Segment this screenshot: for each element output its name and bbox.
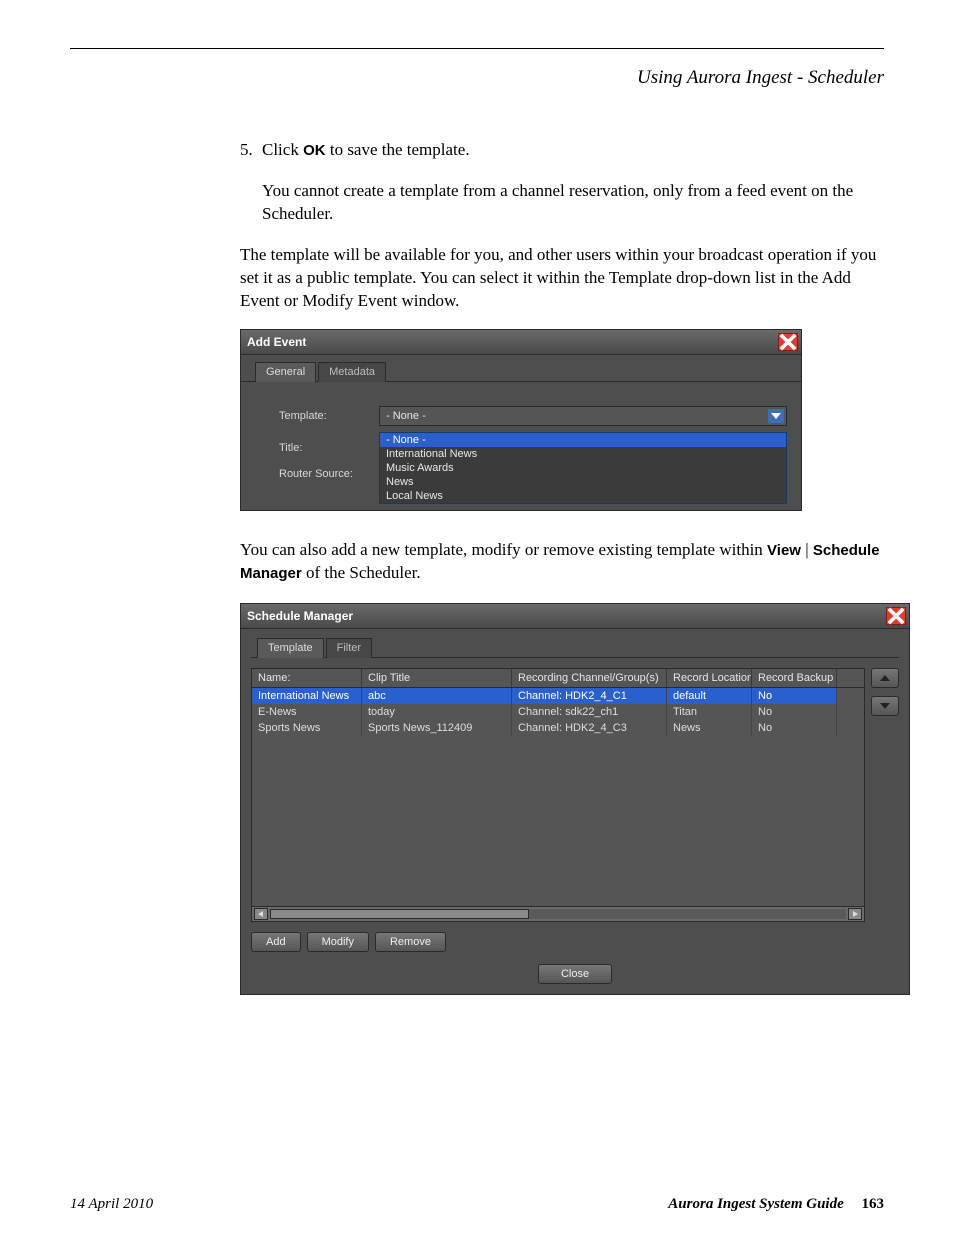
scroll-thumb[interactable]: [270, 909, 529, 919]
para2-pre: You can also add a new template, modify …: [240, 540, 767, 559]
dropdown-option-local[interactable]: Local News: [380, 489, 786, 503]
footer-page-number: 163: [862, 1196, 885, 1212]
step-note: You cannot create a template from a chan…: [262, 180, 884, 226]
table-row[interactable]: Sports News Sports News_112409 Channel: …: [252, 720, 864, 736]
template-combo-value: - None -: [386, 410, 426, 422]
template-label: Template:: [279, 410, 379, 422]
dropdown-option-none[interactable]: - None -: [380, 433, 786, 447]
close-button[interactable]: Close: [538, 964, 612, 984]
template-dropdown-list[interactable]: - None - International News Music Awards…: [379, 432, 787, 504]
cell-bk: No: [752, 704, 837, 720]
horizontal-scrollbar[interactable]: [252, 906, 864, 921]
dropdown-option-intl[interactable]: International News: [380, 447, 786, 461]
cell-name: E-News: [252, 704, 362, 720]
cell-name: International News: [252, 688, 362, 704]
cell-chan: Channel: HDK2_4_C1: [512, 688, 667, 704]
scroll-right-icon[interactable]: [848, 908, 862, 920]
cell-bk: No: [752, 720, 837, 736]
step-5: 5. Click OK to save the template.: [240, 139, 884, 162]
cell-loc: Titan: [667, 704, 752, 720]
cell-clip: abc: [362, 688, 512, 704]
template-grid[interactable]: Name: Clip Title Recording Channel/Group…: [251, 668, 865, 922]
sm-title: Schedule Manager: [247, 609, 353, 623]
add-event-dialog: Add Event General Metadata Template: - N…: [240, 329, 802, 511]
cell-bk: No: [752, 688, 837, 704]
sm-titlebar: Schedule Manager: [241, 604, 909, 629]
para2-view: View: [767, 542, 801, 559]
grid-empty-area: [252, 736, 864, 906]
tab-filter[interactable]: Filter: [326, 638, 372, 658]
tab-strip: General Metadata: [241, 355, 801, 382]
cell-name: Sports News: [252, 720, 362, 736]
close-icon[interactable]: [886, 607, 906, 625]
col-rec-location[interactable]: Record Location: [667, 669, 752, 687]
close-icon[interactable]: [778, 333, 798, 351]
template-combo[interactable]: - None -: [379, 406, 787, 426]
para2-pipe: |: [801, 540, 813, 559]
cell-chan: Channel: HDK2_4_C3: [512, 720, 667, 736]
step-text-post: to save the template.: [326, 140, 470, 159]
paragraph-1: The template will be available for you, …: [240, 244, 884, 313]
grid-header: Name: Clip Title Recording Channel/Group…: [252, 669, 864, 688]
tab-general[interactable]: General: [255, 362, 316, 382]
modify-button[interactable]: Modify: [307, 932, 369, 952]
cell-loc: default: [667, 688, 752, 704]
paragraph-2: You can also add a new template, modify …: [240, 539, 884, 585]
chevron-down-icon[interactable]: [768, 409, 784, 423]
cell-clip: today: [362, 704, 512, 720]
cell-loc: News: [667, 720, 752, 736]
footer-guide: Aurora Ingest System Guide: [668, 1196, 843, 1212]
para2-post: of the Scheduler.: [302, 563, 421, 582]
scroll-track[interactable]: [270, 909, 846, 919]
col-name[interactable]: Name:: [252, 669, 362, 687]
table-row[interactable]: International News abc Channel: HDK2_4_C…: [252, 688, 864, 704]
page-footer: 14 April 2010 Aurora Ingest System Guide…: [70, 1196, 884, 1213]
schedule-manager-dialog: Schedule Manager Template Filter Name: C…: [240, 603, 910, 995]
step-text: Click OK to save the template.: [262, 139, 884, 162]
dialog-title: Add Event: [247, 335, 306, 349]
sm-tab-strip: Template Filter: [251, 637, 899, 658]
col-clip-title[interactable]: Clip Title: [362, 669, 512, 687]
title-label: Title:: [279, 442, 302, 454]
router-source-label: Router Source:: [279, 468, 353, 480]
running-head: Using Aurora Ingest - Scheduler: [70, 67, 884, 89]
ok-bold: OK: [303, 142, 326, 159]
col-rec-backup[interactable]: Record Backup: [752, 669, 837, 687]
cell-clip: Sports News_112409: [362, 720, 512, 736]
tab-template[interactable]: Template: [257, 638, 324, 658]
scroll-left-icon[interactable]: [254, 908, 268, 920]
step-text-pre: Click: [262, 140, 303, 159]
cell-chan: Channel: sdk22_ch1: [512, 704, 667, 720]
dropdown-option-news[interactable]: News: [380, 475, 786, 489]
dialog-titlebar: Add Event: [241, 330, 801, 355]
tab-metadata[interactable]: Metadata: [318, 362, 386, 382]
move-up-button[interactable]: [871, 668, 899, 688]
footer-date: 14 April 2010: [70, 1196, 153, 1213]
remove-button[interactable]: Remove: [375, 932, 446, 952]
col-rec-channel[interactable]: Recording Channel/Group(s): [512, 669, 667, 687]
add-button[interactable]: Add: [251, 932, 301, 952]
step-number: 5.: [240, 139, 262, 162]
table-row[interactable]: E-News today Channel: sdk22_ch1 Titan No: [252, 704, 864, 720]
dropdown-option-music[interactable]: Music Awards: [380, 461, 786, 475]
header-rule: [70, 48, 884, 49]
move-down-button[interactable]: [871, 696, 899, 716]
